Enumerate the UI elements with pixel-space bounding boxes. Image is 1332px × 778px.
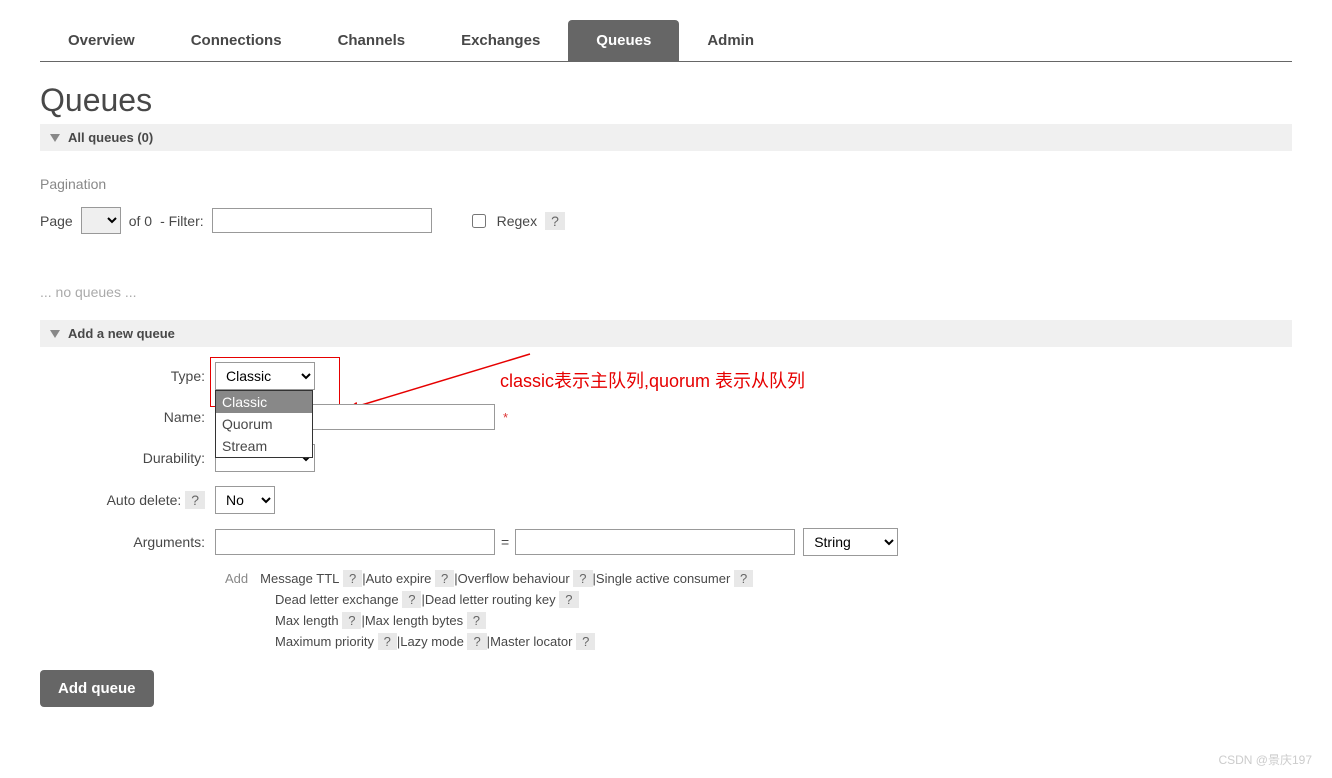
name-label: Name: [40,409,215,425]
required-star: * [503,410,508,425]
tab-exchanges[interactable]: Exchanges [433,20,568,61]
argument-value-input[interactable] [515,529,795,555]
arg-link-single-active[interactable]: Single active consumer [596,571,730,586]
annotation-text: classic表示主队列,quorum 表示从队列 [500,367,805,393]
page-of-label: of 0 [129,213,152,229]
pagination-heading: Pagination [40,176,1292,192]
tab-channels[interactable]: Channels [310,20,434,61]
type-select[interactable]: Classic [215,362,315,390]
autodelete-help-icon[interactable]: ? [185,491,205,509]
argument-type-select[interactable]: String [803,528,898,556]
help-icon[interactable]: ? [573,570,592,587]
arg-link-auto-expire[interactable]: Auto expire [366,571,432,586]
help-icon[interactable]: ? [435,570,454,587]
arg-equals: = [495,534,515,550]
arg-link-dlx[interactable]: Dead letter exchange [275,592,399,607]
page-label: Page [40,213,73,229]
section-all-queues[interactable]: All queues (0) [40,124,1292,151]
page-title: Queues [40,82,1292,119]
watermark: CSDN @景庆197 [1218,751,1312,768]
add-queue-button[interactable]: Add queue [40,670,154,707]
chevron-down-icon [50,330,60,338]
arguments-label: Arguments: [40,534,215,550]
arg-link-master-loc[interactable]: Master locator [490,634,572,649]
help-icon[interactable]: ? [576,633,595,650]
help-icon[interactable]: ? [734,570,753,587]
regex-checkbox[interactable] [472,214,486,228]
arg-link-maxlenbytes[interactable]: Max length bytes [365,613,463,628]
help-icon[interactable]: ? [402,591,421,608]
arg-link-maxlen[interactable]: Max length [275,613,339,628]
tab-admin[interactable]: Admin [679,20,782,61]
filter-label: - Filter: [160,213,204,229]
type-dropdown-open: Classic Quorum Stream [215,390,313,458]
tab-overview[interactable]: Overview [40,20,163,61]
help-icon[interactable]: ? [378,633,397,650]
section-add-queue[interactable]: Add a new queue [40,320,1292,347]
help-icon[interactable]: ? [342,612,361,629]
regex-label: Regex [497,213,537,229]
help-icon[interactable]: ? [343,570,362,587]
help-icon[interactable]: ? [467,633,486,650]
chevron-down-icon [50,134,60,142]
arg-link-maxpri[interactable]: Maximum priority [275,634,374,649]
filter-input[interactable] [212,208,432,233]
type-label: Type: [40,368,215,384]
argument-key-input[interactable] [215,529,495,555]
type-option-quorum[interactable]: Quorum [216,413,312,435]
tab-connections[interactable]: Connections [163,20,310,61]
arg-link-dlrk[interactable]: Dead letter routing key [425,592,556,607]
type-option-classic[interactable]: Classic [216,391,312,413]
arg-link-lazy[interactable]: Lazy mode [400,634,464,649]
tab-queues[interactable]: Queues [568,20,679,61]
section-all-queues-label: All queues (0) [68,130,153,145]
arg-link-message-ttl[interactable]: Message TTL [260,571,339,586]
no-queues-text: ... no queues ... [40,284,1292,300]
type-option-stream[interactable]: Stream [216,435,312,457]
arg-link-overflow[interactable]: Overflow behaviour [458,571,570,586]
page-select[interactable] [81,207,121,234]
section-add-queue-label: Add a new queue [68,326,175,341]
autodelete-label: Auto delete: [107,492,182,508]
autodelete-select[interactable]: No [215,486,275,514]
durability-label: Durability: [40,450,215,466]
add-arg-label: Add [225,571,248,586]
help-icon[interactable]: ? [467,612,486,629]
regex-help-icon[interactable]: ? [545,212,565,230]
help-icon[interactable]: ? [559,591,578,608]
